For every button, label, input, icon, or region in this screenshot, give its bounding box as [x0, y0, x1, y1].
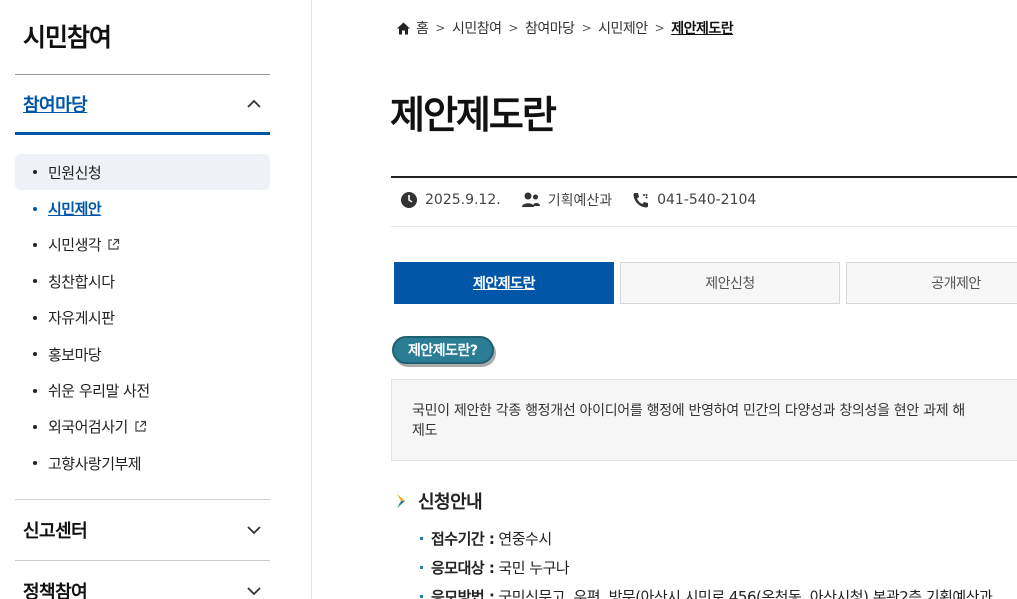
intro-box: 국민이 제안한 각종 행정개선 아이디어를 행정에 반영하여 민간의 다양성과 …: [391, 379, 1017, 461]
breadcrumb: 홈 > 시민참여 > 참여마당 > 시민제안 > 제안제도란: [396, 18, 734, 38]
sidebar-item-citizen-thoughts[interactable]: 시민생각: [15, 227, 270, 263]
sidebar-item-label: 시민생각: [48, 236, 102, 255]
sidebar-group-label: 참여마당: [23, 94, 88, 116]
sidebar-item-foreign-word-checker[interactable]: 외국어검사기: [15, 409, 270, 445]
main-content: 홈 > 시민참여 > 참여마당 > 시민제안 > 제안제도란 제안제도란 202…: [312, 0, 1017, 599]
phone-icon: [633, 193, 649, 208]
meta-phone-text: 041-540-2104: [657, 192, 757, 208]
sidebar-item-label: 외국어검사기: [48, 418, 128, 437]
divider: [391, 176, 1017, 178]
breadcrumb-participation-yard[interactable]: 참여마당: [525, 18, 575, 38]
bullet: [420, 566, 423, 569]
tab-proposal-system[interactable]: 제안제도란: [394, 262, 614, 304]
bullet: [33, 352, 37, 357]
sidebar-item-hometown-donation[interactable]: 고향사랑기부제: [15, 445, 270, 481]
info-value: 국민신문고, 우편, 방문(아산시 시민로 456(온천동, 아산시청) 본관2…: [498, 588, 993, 599]
bullet: [33, 279, 37, 284]
chevron-up-icon: [247, 99, 261, 108]
info-value: 연중수시: [498, 530, 552, 548]
page-title: 제안제도란: [390, 93, 557, 137]
info-key: 접수기간 :: [431, 530, 495, 548]
info-key: 응모대상 :: [431, 559, 495, 577]
info-value: 국민 누구나: [498, 559, 570, 577]
application-info-list: 접수기간 : 연중수시 응모대상 : 국민 누구나 응모방법 : 국민신문고, 우편,…: [420, 524, 993, 599]
sidebar-item-promotion[interactable]: 홍보마당: [15, 336, 270, 372]
sidebar-group-label: 정책참여: [23, 582, 88, 599]
section-badge: 제안제도란?: [392, 336, 494, 364]
divider: [391, 226, 1017, 227]
list-item: 응모방법 : 국민신문고, 우편, 방문(아산시 시민로 456(온천동, 아산시…: [420, 582, 993, 599]
section-heading: 신청안내: [396, 488, 483, 514]
tab-bar: 제안제도란 제안신청 공개제안: [394, 262, 1017, 304]
bullet: [33, 388, 37, 393]
bullet: [33, 242, 37, 247]
sidebar-title: 시민참여: [23, 23, 112, 52]
page-meta: 2025.9.12. 기획예산과 041-540-2104: [400, 190, 776, 210]
sidebar: 시민참여 참여마당 민원신청 시민제안 시민생각 칭찬합시다 자유게시판 홍보마…: [0, 0, 312, 599]
meta-date-text: 2025.9.12.: [425, 192, 501, 208]
meta-date: 2025.9.12.: [400, 191, 501, 209]
bullet: [420, 537, 423, 540]
list-item: 응모대상 : 국민 누구나: [420, 553, 992, 582]
sidebar-item-praise[interactable]: 칭찬합시다: [15, 263, 270, 299]
bullet: [33, 206, 37, 211]
breadcrumb-home[interactable]: 홈: [416, 18, 429, 38]
bullet: [33, 315, 37, 320]
sidebar-item-label: 쉬운 우리말 사전: [48, 382, 150, 401]
breadcrumb-separator-icon: >: [508, 21, 519, 35]
chevron-right-icon: [397, 494, 405, 508]
intro-text-line1: 국민이 제안한 각종 행정개선 아이디어를 행정에 반영하여 민간의 다양성과 …: [412, 403, 966, 419]
breadcrumb-citizen-proposal[interactable]: 시민제안: [598, 18, 648, 38]
sidebar-item-label: 시민제안: [48, 200, 102, 219]
sidebar-item-label: 홍보마당: [48, 345, 102, 364]
sidebar-item-label: 자유게시판: [48, 309, 115, 328]
chevron-down-icon: [247, 526, 261, 535]
breadcrumb-separator-icon: >: [435, 21, 445, 35]
sidebar-submenu: 민원신청 시민제안 시민생각 칭찬합시다 자유게시판 홍보마당 쉬운 우리말 사…: [15, 154, 270, 482]
page: 시민참여 참여마당 민원신청 시민제안 시민생각 칭찬합시다 자유게시판 홍보마…: [0, 0, 1017, 599]
breadcrumb-separator-icon: >: [581, 21, 592, 35]
external-link-icon: [135, 421, 146, 433]
meta-department-text: 기획예산과: [547, 193, 613, 209]
tab-proposal-apply[interactable]: 제안신청: [620, 262, 840, 304]
sidebar-item-dictionary[interactable]: 쉬운 우리말 사전: [15, 372, 270, 408]
info-key: 응모방법 :: [431, 588, 495, 599]
sidebar-group-label: 신고센터: [23, 521, 88, 542]
breadcrumb-separator-icon: >: [654, 21, 665, 35]
people-icon: [521, 192, 540, 207]
bullet: [33, 424, 37, 429]
bullet: [33, 461, 37, 466]
bullet: [420, 595, 423, 598]
section-heading-text: 신청안내: [418, 492, 483, 513]
chevron-down-icon: [247, 587, 261, 596]
breadcrumb-citizen-participation[interactable]: 시민참여: [452, 18, 502, 38]
sidebar-item-citizen-proposal[interactable]: 시민제안: [15, 190, 270, 226]
sidebar-group-participation[interactable]: 참여마당: [15, 75, 270, 135]
bullet: [33, 170, 37, 175]
sidebar-item-label: 고향사랑기부제: [48, 454, 142, 473]
tab-public-proposals[interactable]: 공개제안: [846, 262, 1017, 304]
sidebar-group-policy-participation[interactable]: 정책참여: [15, 561, 270, 599]
sidebar-item-free-board[interactable]: 자유게시판: [15, 300, 270, 336]
clock-icon: [401, 192, 417, 208]
sidebar-item-label: 칭찬합시다: [48, 272, 115, 291]
meta-phone: 041-540-2104: [632, 191, 756, 209]
sidebar-group-report-center[interactable]: 신고센터: [15, 500, 270, 560]
meta-department: 기획예산과: [521, 190, 612, 210]
external-link-icon: [108, 239, 120, 251]
sidebar-item-label: 민원신청: [48, 163, 102, 182]
home-icon: [397, 22, 410, 34]
list-item: 접수기간 : 연중수시: [420, 524, 992, 553]
intro-text-line2: 제도: [412, 423, 438, 439]
breadcrumb-current[interactable]: 제안제도란: [671, 18, 733, 38]
sidebar-item-civil-complaint[interactable]: 민원신청: [15, 154, 270, 191]
